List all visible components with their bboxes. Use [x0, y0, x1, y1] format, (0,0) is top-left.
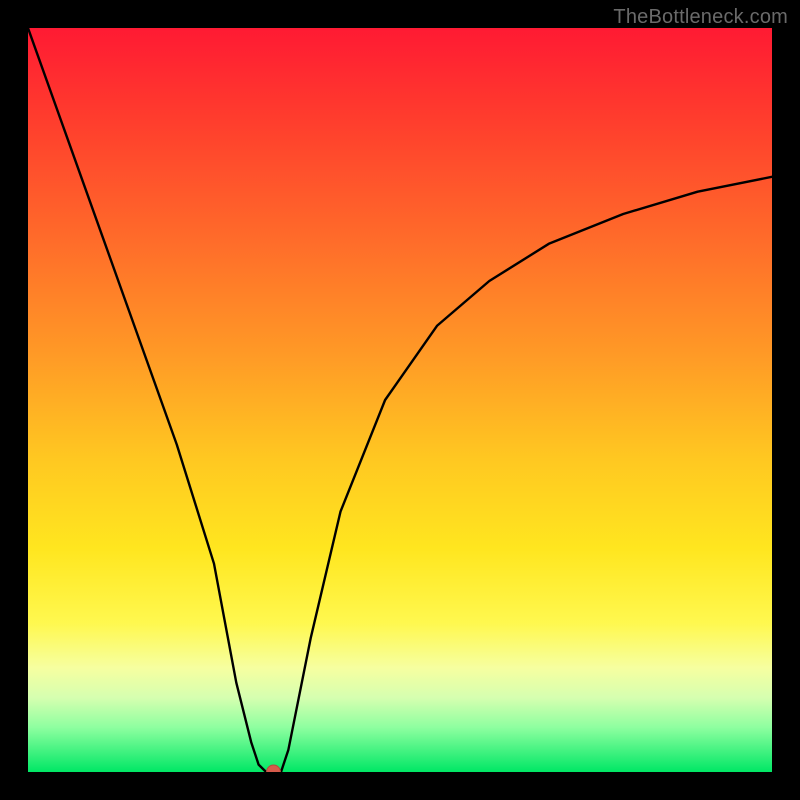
bottleneck-curve-path [28, 28, 772, 772]
watermark-text: TheBottleneck.com [613, 6, 788, 29]
plot-area [28, 28, 772, 772]
minimum-marker [267, 765, 281, 772]
curve-svg [28, 28, 772, 772]
chart-container: TheBottleneck.com [0, 0, 800, 800]
